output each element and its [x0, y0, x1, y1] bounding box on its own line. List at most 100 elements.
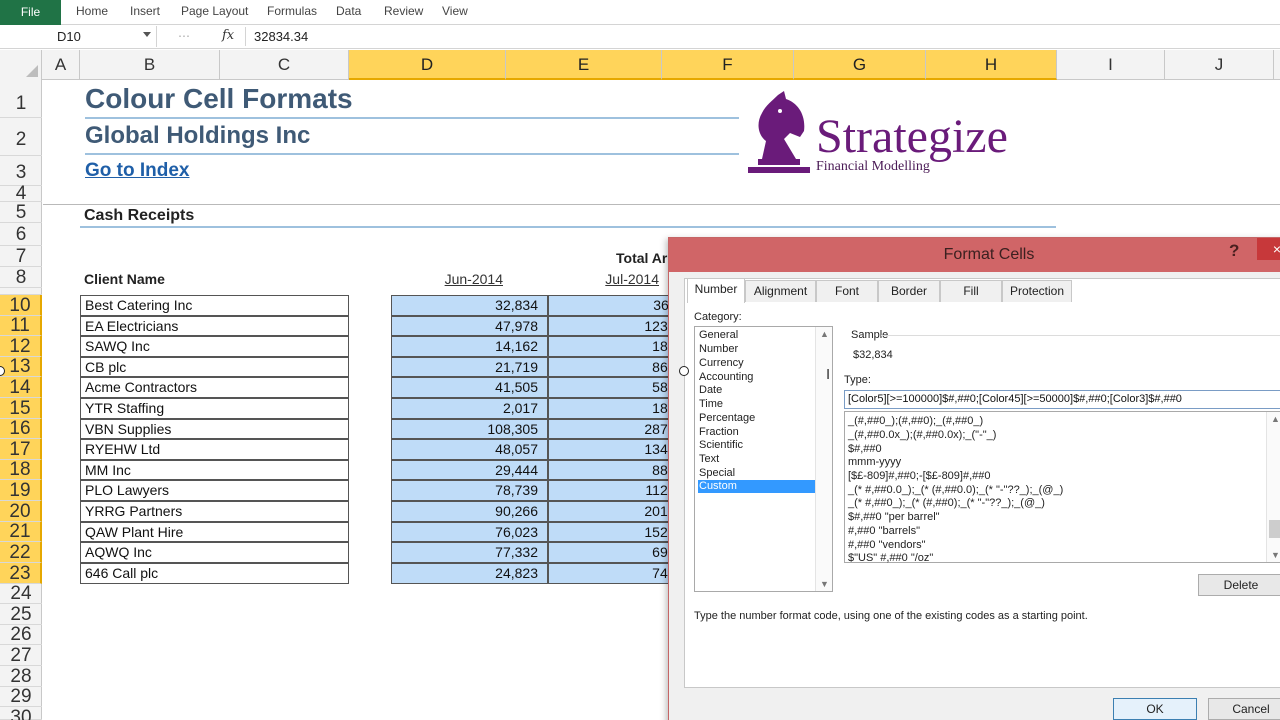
row-header[interactable]: 28: [0, 666, 42, 687]
format-code-item[interactable]: [$£-809]#,##0;-[$£-809]#,##0: [848, 470, 991, 483]
format-type-input[interactable]: [Color5][>=100000]$#,##0;[Color45][>=500…: [844, 390, 1280, 409]
row-header[interactable]: 6: [0, 223, 42, 246]
row-header[interactable]: 11: [0, 316, 42, 336]
category-item-text[interactable]: Text: [698, 453, 815, 466]
client-name-cell[interactable]: RYEHW Ltd: [80, 439, 349, 460]
format-code-item[interactable]: _(* #,##0.0_);_(* (#,##0.0);_(* "-"??_);…: [848, 484, 1063, 497]
client-name-cell[interactable]: PLO Lawyers: [80, 480, 349, 501]
format-code-list[interactable]: _(#,##0_);(#,##0);_(#,##0_) _(#,##0.0x_)…: [844, 411, 1280, 565]
row-header[interactable]: 14: [0, 377, 42, 398]
client-name-cell[interactable]: YTR Staffing: [80, 398, 349, 419]
jun-value-cell[interactable]: 77,332: [391, 542, 548, 563]
column-header-b[interactable]: B: [80, 50, 220, 80]
row-header[interactable]: 23: [0, 563, 42, 584]
format-code-item[interactable]: _(* #,##0_);_(* (#,##0);_(* "-"??_);_(@_…: [848, 497, 1045, 510]
category-item-fraction[interactable]: Fraction: [698, 426, 815, 439]
file-tab[interactable]: File: [0, 0, 61, 25]
column-header-h[interactable]: H: [926, 50, 1057, 80]
scroll-down-icon[interactable]: ▼: [820, 579, 829, 589]
tab-page-layout[interactable]: Page Layout: [181, 0, 248, 25]
row-header[interactable]: 29: [0, 687, 42, 707]
row-header[interactable]: 24: [0, 584, 42, 604]
scroll-down-icon[interactable]: ▼: [1271, 550, 1280, 560]
row-header[interactable]: 10: [0, 295, 42, 316]
row-header[interactable]: 4: [0, 184, 42, 203]
row-header[interactable]: 13: [0, 357, 42, 377]
dialog-title-bar[interactable]: Format Cells ? ×: [669, 238, 1280, 272]
tab-font[interactable]: Font: [816, 280, 878, 302]
format-code-item[interactable]: $"US" #,##0 "/oz": [848, 552, 933, 565]
category-item-accounting[interactable]: Accounting: [698, 371, 815, 384]
go-to-index-link[interactable]: Go to Index: [85, 160, 190, 182]
row-header[interactable]: 20: [0, 501, 42, 522]
jun-value-cell[interactable]: 2,017: [391, 398, 548, 419]
jun-value-cell[interactable]: 24,823: [391, 563, 548, 584]
format-code-item[interactable]: #,##0 "barrels": [848, 525, 920, 538]
tab-alignment[interactable]: Alignment: [745, 280, 816, 302]
client-name-cell[interactable]: 646 Call plc: [80, 563, 349, 584]
client-name-cell[interactable]: YRRG Partners: [80, 501, 349, 522]
row-header[interactable]: 3: [0, 156, 42, 186]
jun-value-cell[interactable]: 78,739: [391, 480, 548, 501]
row-header[interactable]: 27: [0, 645, 42, 666]
category-item-custom[interactable]: Custom: [698, 480, 815, 493]
delete-button[interactable]: Delete: [1198, 574, 1280, 596]
jun-value-cell[interactable]: 47,978: [391, 316, 548, 336]
row-header[interactable]: 5: [0, 202, 42, 223]
jun-value-cell[interactable]: 108,305: [391, 419, 548, 439]
column-header-f[interactable]: F: [662, 50, 794, 80]
category-item-special[interactable]: Special: [698, 467, 815, 480]
client-name-cell[interactable]: VBN Supplies: [80, 419, 349, 439]
format-code-item[interactable]: _(#,##0_);(#,##0);_(#,##0_): [848, 415, 983, 428]
name-box[interactable]: D10: [1, 26, 157, 47]
tab-number[interactable]: Number: [687, 278, 745, 303]
column-header-a[interactable]: A: [42, 50, 80, 80]
jun-value-cell[interactable]: 32,834: [391, 295, 548, 316]
client-name-cell[interactable]: Best Catering Inc: [80, 295, 349, 316]
column-header-e[interactable]: E: [506, 50, 662, 80]
scrollbar-thumb[interactable]: [1269, 520, 1280, 538]
jun-value-cell[interactable]: 48,057: [391, 439, 548, 460]
row-header[interactable]: 19: [0, 480, 42, 501]
format-code-item[interactable]: $#,##0: [848, 443, 882, 456]
category-item-currency[interactable]: Currency: [698, 357, 815, 370]
scroll-up-icon[interactable]: ▲: [820, 329, 829, 339]
row-header[interactable]: 15: [0, 398, 42, 419]
category-item-percentage[interactable]: Percentage: [698, 412, 815, 425]
client-name-cell[interactable]: AQWQ Inc: [80, 542, 349, 563]
tab-home[interactable]: Home: [76, 0, 108, 25]
tab-border[interactable]: Border: [878, 280, 940, 302]
category-item-scientific[interactable]: Scientific: [698, 439, 815, 452]
tab-fill[interactable]: Fill: [940, 280, 1002, 302]
row-header[interactable]: 7: [0, 246, 42, 267]
category-item-general[interactable]: General: [698, 329, 815, 342]
row-header[interactable]: 26: [0, 625, 42, 645]
client-name-cell[interactable]: EA Electricians: [80, 316, 349, 336]
column-header-i[interactable]: I: [1057, 50, 1165, 80]
insert-function-icon[interactable]: fx: [222, 27, 242, 45]
format-list-scrollbar[interactable]: ▲ ▼: [1266, 412, 1280, 562]
row-header[interactable]: 9: [0, 288, 42, 295]
ok-button[interactable]: OK: [1113, 698, 1197, 720]
category-item-time[interactable]: Time: [698, 398, 815, 411]
row-header[interactable]: 21: [0, 522, 42, 542]
tab-data[interactable]: Data: [336, 0, 361, 25]
jun-value-cell[interactable]: 41,505: [391, 377, 548, 398]
scroll-up-icon[interactable]: ▲: [1271, 414, 1280, 424]
column-header-d[interactable]: D: [349, 50, 506, 80]
category-item-date[interactable]: Date: [698, 384, 815, 397]
row-header[interactable]: 1: [0, 80, 42, 118]
row-header[interactable]: 8: [0, 267, 42, 288]
jun-value-cell[interactable]: 29,444: [391, 460, 548, 480]
tab-insert[interactable]: Insert: [130, 0, 160, 25]
column-header-j[interactable]: J: [1165, 50, 1274, 80]
category-list[interactable]: General Number Currency Accounting Date …: [694, 326, 833, 592]
jun-value-cell[interactable]: 21,719: [391, 357, 548, 377]
tab-formulas[interactable]: Formulas: [267, 0, 317, 25]
tab-protection[interactable]: Protection: [1002, 280, 1072, 302]
format-code-item[interactable]: $#,##0 "per barrel": [848, 511, 940, 524]
close-icon[interactable]: ×: [1257, 238, 1280, 260]
select-all-button[interactable]: [0, 50, 42, 80]
chevron-down-icon[interactable]: [143, 32, 151, 37]
row-header[interactable]: 22: [0, 542, 42, 563]
